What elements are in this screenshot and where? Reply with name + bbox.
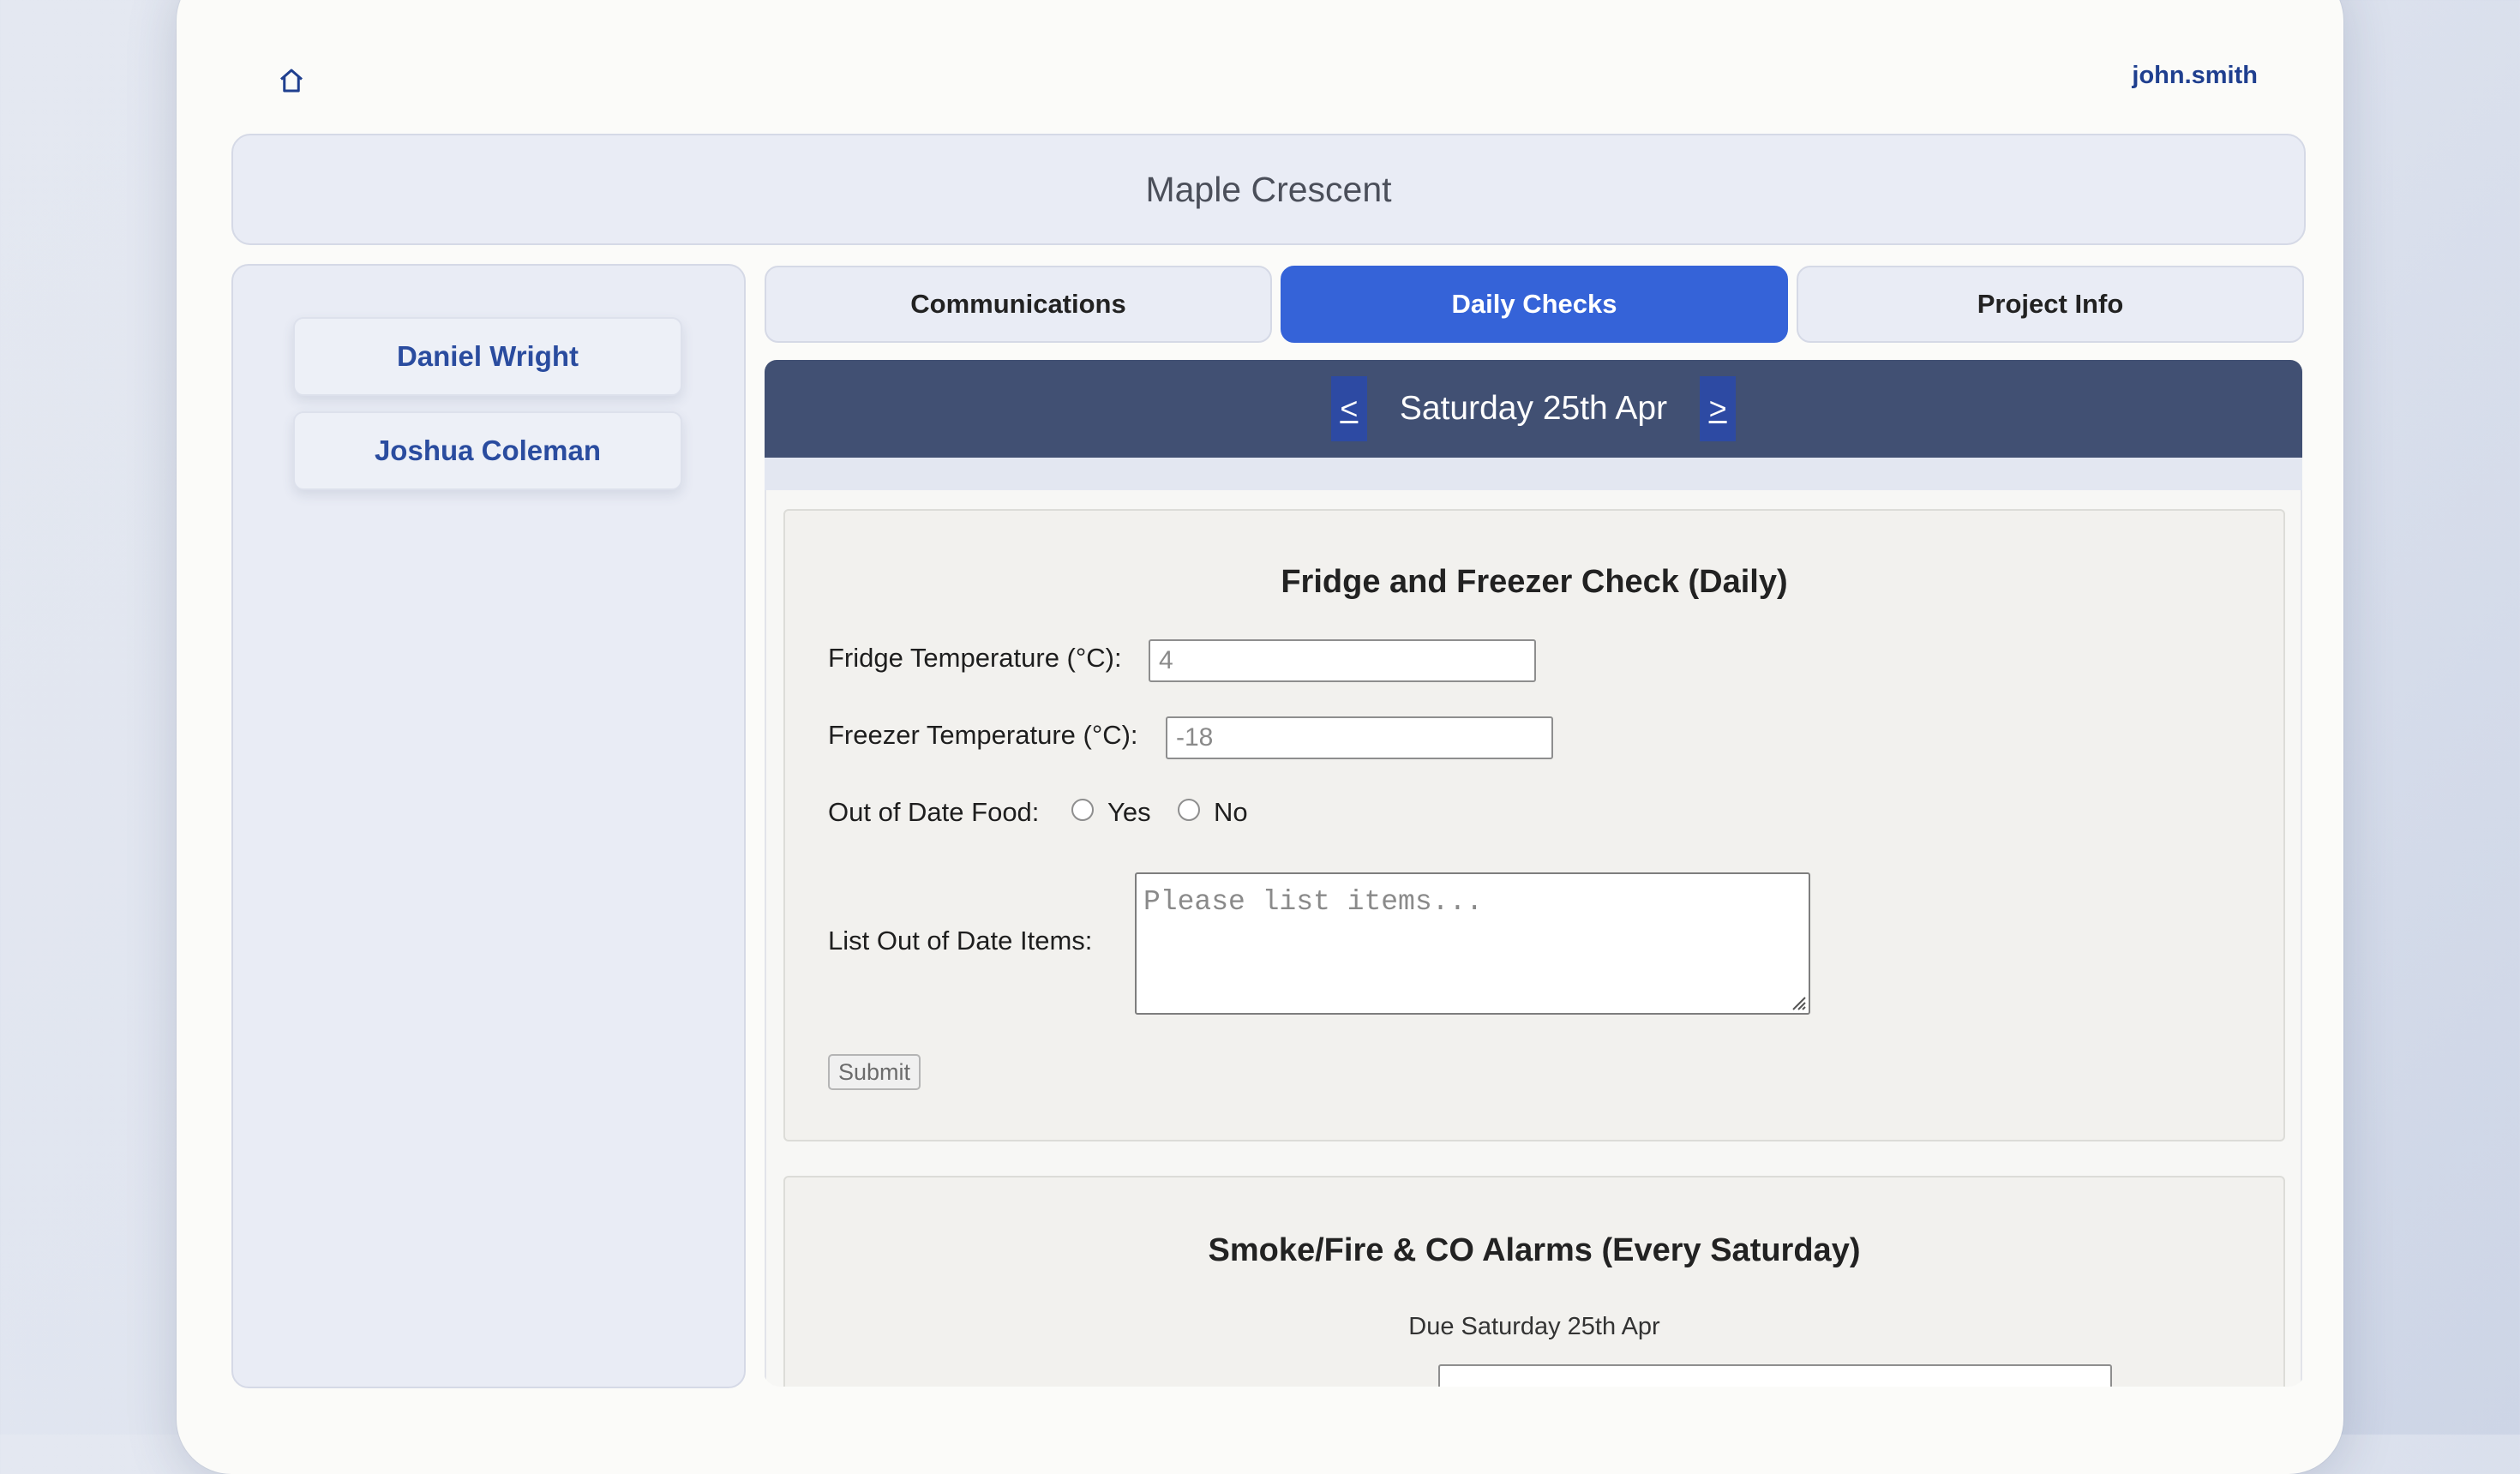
home-button[interactable] (271, 60, 312, 101)
previous-day-button[interactable]: < (1330, 376, 1367, 441)
out-of-date-no-radio[interactable] (1178, 799, 1200, 821)
card-title: Smoke/Fire & CO Alarms (Every Saturday) (1208, 1232, 1861, 1268)
sidebar: Daniel Wright Joshua Coleman (231, 264, 746, 1388)
out-of-date-food-label: Out of Date Food: (828, 797, 1040, 827)
tab-project-info[interactable]: Project Info (1797, 266, 2304, 343)
resize-handle-icon[interactable] (1788, 992, 1807, 1011)
sidebar-item-daniel-wright[interactable]: Daniel Wright (293, 317, 682, 396)
fridge-temperature-input[interactable] (1149, 639, 1536, 682)
due-date-text: Due Saturday 25th Apr (1408, 1313, 1660, 1340)
out-of-date-items-label: List Out of Date Items: (828, 926, 1093, 956)
freezer-temperature-label: Freezer Temperature (°C): (828, 720, 1138, 750)
out-of-date-items-textarea[interactable] (1135, 872, 1810, 1015)
main-content: Communications Daily Checks Project Info… (763, 264, 2306, 1387)
home-icon (280, 69, 303, 93)
fridge-temperature-label: Fridge Temperature (°C): (828, 643, 1122, 673)
submit-button[interactable]: Submit (828, 1054, 921, 1090)
tab-daily-checks[interactable]: Daily Checks (1281, 266, 1788, 343)
checks-list[interactable]: Fridge and Freezer Check (Daily) Fridge … (765, 490, 2302, 1387)
date-navigation: < Saturday 25th Apr > (765, 360, 2302, 458)
divider-strip (765, 458, 2302, 490)
out-of-date-yes-label: Yes (1107, 797, 1151, 827)
alarm-check-field[interactable] (1438, 1364, 2112, 1387)
organization-title: Maple Crescent (231, 134, 2306, 245)
next-day-button[interactable]: > (1700, 376, 1737, 441)
freezer-temperature-input[interactable] (1166, 716, 1553, 759)
sidebar-item-joshua-coleman[interactable]: Joshua Coleman (293, 411, 682, 490)
card-title: Fridge and Freezer Check (Daily) (1281, 564, 1788, 600)
out-of-date-no-label: No (1214, 797, 1248, 827)
smoke-co-alarm-check-card: Smoke/Fire & CO Alarms (Every Saturday) … (783, 1176, 2285, 1387)
out-of-date-yes-radio[interactable] (1071, 799, 1094, 821)
fridge-freezer-check-card: Fridge and Freezer Check (Daily) Fridge … (783, 509, 2285, 1141)
user-menu[interactable]: john.smith (2132, 62, 2258, 90)
current-date: Saturday 25th Apr (1399, 390, 1668, 427)
tab-communications[interactable]: Communications (765, 266, 1272, 343)
